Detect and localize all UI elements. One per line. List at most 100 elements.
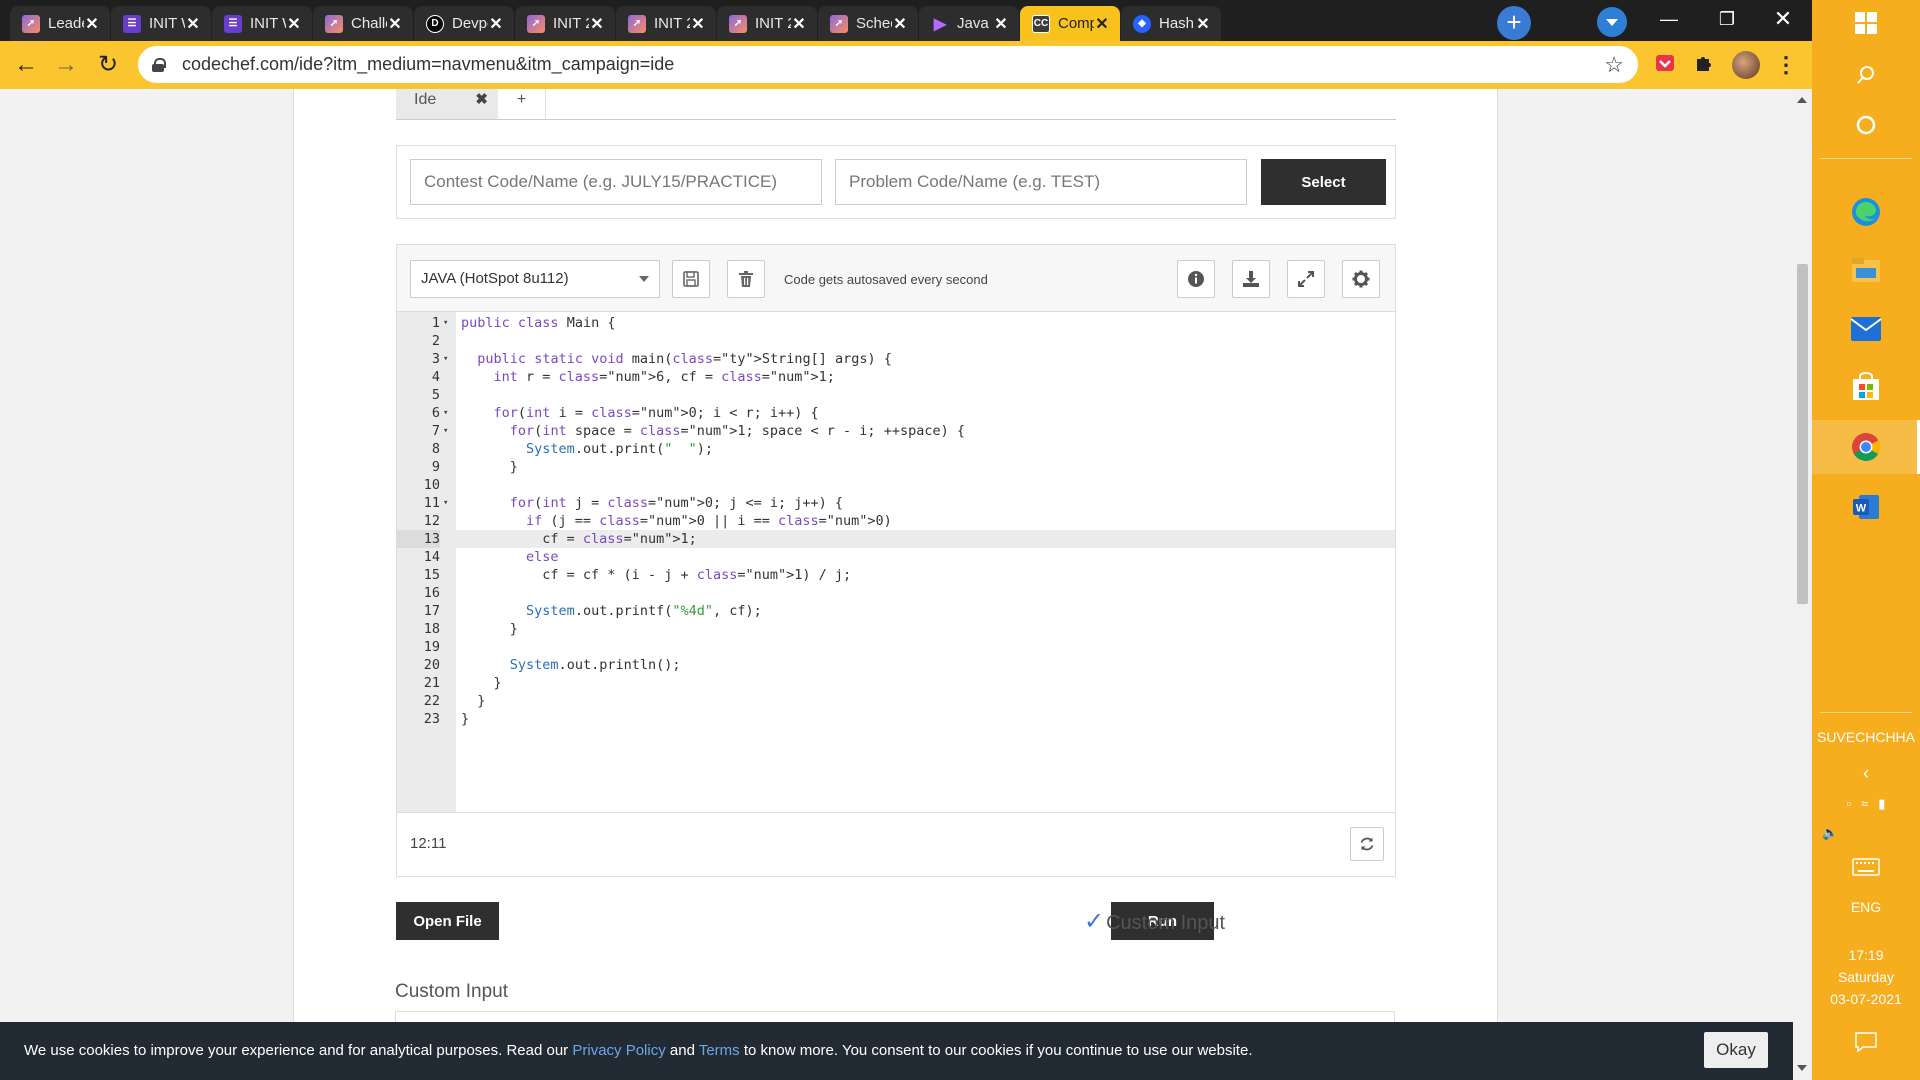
browser-tab[interactable]: ➚ Challe✕ [313, 6, 413, 41]
close-tab-icon[interactable]: ✕ [185, 14, 201, 34]
new-tab-button[interactable]: + [1497, 6, 1531, 40]
trash-icon[interactable] [727, 260, 765, 298]
code-line[interactable]: 9 } [397, 458, 1395, 476]
close-tab-icon[interactable]: ✕ [791, 14, 807, 34]
reload-icon[interactable]: ↻ [94, 51, 122, 79]
meet-now-icon[interactable]: ▫ [1847, 796, 1852, 812]
custom-input-checkbox[interactable]: ✓ Custom Input [1084, 907, 1225, 936]
close-window-icon[interactable]: ✕ [1760, 4, 1806, 34]
problem-code-input[interactable] [835, 159, 1247, 205]
scroll-up-icon[interactable] [1797, 97, 1807, 103]
word-icon[interactable]: W [1812, 492, 1920, 522]
browser-tab[interactable]: ➚ Sched✕ [818, 6, 918, 41]
browser-tab[interactable]: ➚ INIT 2✕ [717, 6, 817, 41]
chevron-left-icon[interactable]: ‹ [1812, 762, 1920, 784]
browser-tab[interactable]: ➚ Leader✕ [10, 6, 110, 41]
wifi-icon[interactable]: ≈ [1861, 796, 1868, 812]
fold-arrow-icon[interactable]: ▾ [443, 494, 448, 512]
info-icon[interactable] [1177, 260, 1215, 298]
save-icon[interactable] [672, 260, 710, 298]
browser-tab[interactable]: D Devpo✕ [414, 6, 514, 41]
close-tab-icon[interactable]: ✕ [387, 14, 403, 34]
profile-avatar[interactable] [1732, 51, 1760, 79]
restore-icon[interactable]: ❐ [1704, 4, 1750, 34]
clock-time[interactable]: 17:19 [1812, 944, 1920, 966]
scrollbar-thumb[interactable] [1797, 264, 1808, 604]
edge-icon[interactable] [1812, 196, 1920, 228]
lock-icon[interactable] [152, 57, 166, 72]
code-line[interactable]: 3 ▾ public static void main(class="ty">St… [397, 350, 1395, 368]
file-explorer-icon[interactable] [1812, 256, 1920, 284]
close-tab-icon[interactable]: ✕ [589, 14, 605, 34]
code-line[interactable]: 19 [397, 638, 1395, 656]
mail-icon[interactable] [1812, 316, 1920, 342]
page-scrollbar[interactable] [1793, 89, 1812, 1080]
code-line[interactable]: 8 System.out.print(" "); [397, 440, 1395, 458]
close-tab-icon[interactable]: ✕ [690, 14, 706, 34]
extensions-puzzle-icon[interactable] [1692, 53, 1716, 77]
browser-tab[interactable]: CC Comp ✕ [1020, 6, 1120, 41]
add-ide-tab-button[interactable]: + [498, 89, 546, 119]
fold-arrow-icon[interactable]: ▾ [443, 314, 448, 332]
minimize-icon[interactable]: — [1646, 4, 1692, 34]
close-tab-icon[interactable]: ✕ [1094, 14, 1110, 34]
contest-code-input[interactable] [410, 159, 822, 205]
code-line[interactable]: 20 System.out.println(); [397, 656, 1395, 674]
notification-icon[interactable] [1812, 1032, 1920, 1052]
close-tab-icon[interactable]: ✕ [286, 14, 302, 34]
select-button[interactable]: Select [1261, 159, 1386, 205]
gear-icon[interactable] [1342, 260, 1380, 298]
browser-tab[interactable]: ◆ Hashn✕ [1121, 6, 1221, 41]
input-language[interactable]: ENG [1812, 896, 1920, 918]
code-line[interactable]: 14 else [397, 548, 1395, 566]
code-line[interactable]: 16 [397, 584, 1395, 602]
cortana-icon[interactable] [1812, 114, 1920, 136]
code-line[interactable]: 23} [397, 710, 1395, 728]
code-area[interactable]: 1 ▾ public class Main {2 3 ▾ public static v… [397, 312, 1395, 812]
windows-start-icon[interactable] [1812, 12, 1920, 34]
browser-tab[interactable]: ▶ Java C✕ [919, 6, 1019, 41]
code-line[interactable]: 4 int r = class="num">6, cf = class="num… [397, 368, 1395, 386]
code-line[interactable]: 6 ▾ for(int i = class="num">0; i < r; i++… [397, 404, 1395, 422]
store-icon[interactable] [1812, 372, 1920, 402]
chrome-icon[interactable] [1812, 432, 1920, 462]
close-tab-icon[interactable]: ✕ [488, 14, 504, 34]
close-tab-icon[interactable]: ✕ [892, 14, 908, 34]
close-tab-icon[interactable]: ✖ [475, 89, 488, 111]
code-line[interactable]: 2 [397, 332, 1395, 350]
cookie-okay-button[interactable]: Okay [1704, 1032, 1768, 1068]
volume-icon[interactable]: 🔈 [1812, 822, 1920, 844]
code-line[interactable]: 11 ▾ for(int j = class="num">0; j <= i; j… [397, 494, 1395, 512]
tab-search-icon[interactable] [1597, 7, 1627, 37]
code-line[interactable]: 17 System.out.printf("%4d", cf); [397, 602, 1395, 620]
download-icon[interactable] [1232, 260, 1270, 298]
terms-link[interactable]: Terms [699, 1042, 740, 1059]
back-icon[interactable]: ← [12, 51, 40, 79]
code-line[interactable]: 13 cf = class="num">1; [397, 530, 1395, 548]
close-tab-icon[interactable]: ✕ [1195, 14, 1211, 34]
code-line[interactable]: 10 [397, 476, 1395, 494]
close-tab-icon[interactable]: ✕ [993, 14, 1009, 34]
code-line[interactable]: 5 [397, 386, 1395, 404]
keyboard-icon[interactable] [1812, 858, 1920, 876]
browser-tab[interactable]: ☰ INIT W✕ [212, 6, 312, 41]
code-line[interactable]: 12 if (j == class="num">0 || i == class=… [397, 512, 1395, 530]
close-tab-icon[interactable]: ✕ [84, 14, 100, 34]
code-line[interactable]: 1 ▾ public class Main { [397, 314, 1395, 332]
privacy-policy-link[interactable]: Privacy Policy [572, 1042, 665, 1059]
open-file-button[interactable]: Open File [396, 902, 499, 940]
code-line[interactable]: 7 ▾ for(int space = class="num">1; space … [397, 422, 1395, 440]
bookmark-star-icon[interactable]: ☆ [1604, 52, 1624, 78]
pocket-extension-icon[interactable] [1653, 53, 1677, 77]
ide-tab[interactable]: Ide ✖ [396, 89, 498, 119]
code-line[interactable]: 21 } [397, 674, 1395, 692]
address-bar[interactable]: codechef.com/ide?itm_medium=navmenu&itm_… [138, 46, 1638, 83]
scroll-down-icon[interactable] [1797, 1065, 1807, 1071]
language-select[interactable]: JAVA (HotSpot 8u112) [410, 260, 660, 298]
refresh-icon[interactable] [1350, 827, 1384, 861]
forward-icon[interactable]: → [52, 51, 80, 79]
fold-arrow-icon[interactable]: ▾ [443, 422, 448, 440]
fullscreen-icon[interactable] [1287, 260, 1325, 298]
code-line[interactable]: 22 } [397, 692, 1395, 710]
code-line[interactable]: 15 cf = cf * (i - j + class="num">1) / j… [397, 566, 1395, 584]
